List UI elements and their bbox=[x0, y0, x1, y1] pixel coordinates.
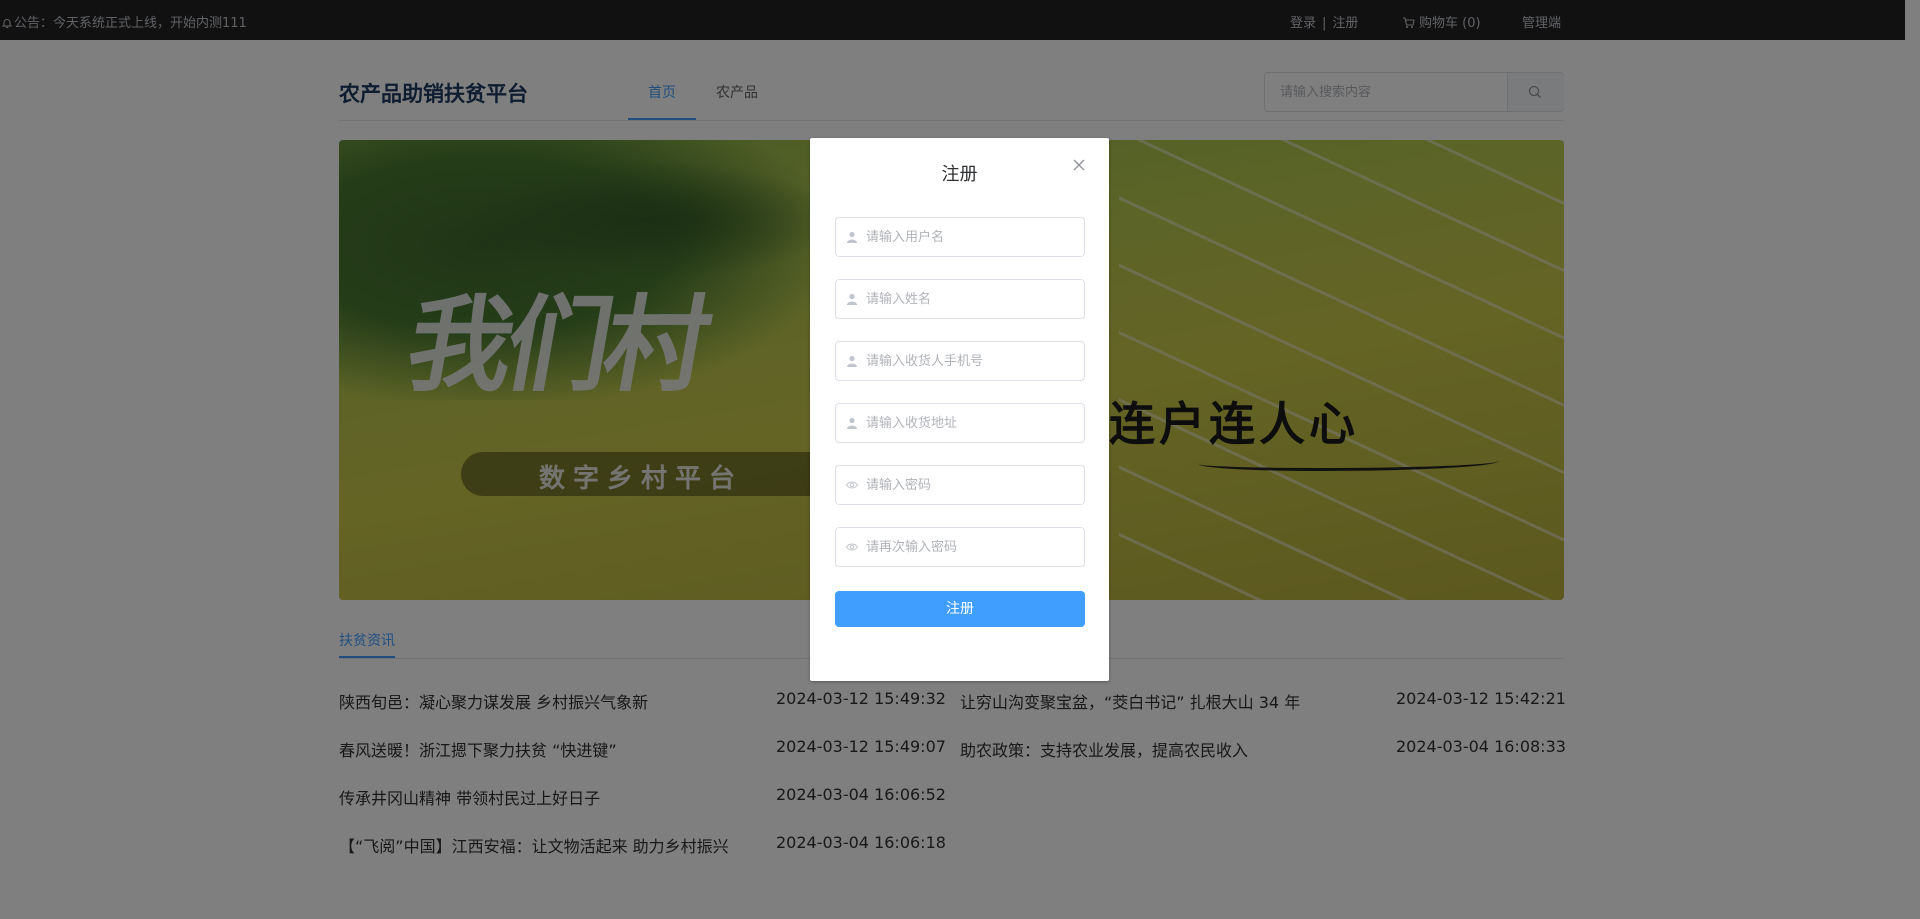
name-input[interactable] bbox=[836, 280, 1084, 318]
username-field bbox=[835, 217, 1085, 257]
address-input[interactable] bbox=[836, 404, 1084, 442]
register-submit-button[interactable]: 注册 bbox=[835, 591, 1085, 627]
register-dialog: 注册 注册 bbox=[810, 138, 1109, 681]
username-input[interactable] bbox=[836, 218, 1084, 256]
phone-input[interactable] bbox=[836, 342, 1084, 380]
name-field bbox=[835, 279, 1085, 319]
dialog-title: 注册 bbox=[941, 164, 978, 185]
close-icon[interactable] bbox=[1072, 158, 1086, 172]
confirm-password-input[interactable] bbox=[836, 528, 1084, 566]
confirm-password-field bbox=[835, 527, 1085, 567]
password-input[interactable] bbox=[836, 466, 1084, 504]
password-field bbox=[835, 465, 1085, 505]
phone-field bbox=[835, 341, 1085, 381]
address-field bbox=[835, 403, 1085, 443]
